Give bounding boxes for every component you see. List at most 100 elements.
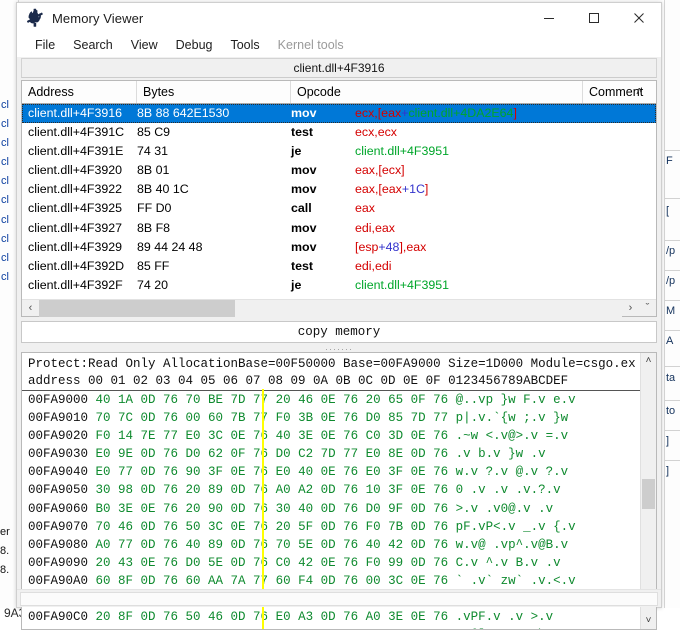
hex-row[interactable]: 00FA9010 70 7C 0D 76 00 60 7B 77 F0 3B 0… [22,409,640,427]
menu-item-tools[interactable]: Tools [222,36,267,54]
hex-row-bytes-left: E0 9E 0D 76 D0 62 0F 76 [95,447,269,462]
disassembler-horizontal-scrollbar[interactable]: ‹ › ˇ [22,299,656,317]
operand-token: eax,[eax [355,182,402,197]
hex-row-bytes-right: 60 F4 0D 76 00 3C 0E 76 [275,573,449,588]
hex-row[interactable]: 00FA9080 A0 77 0D 76 40 89 0D 76 70 5E 0… [22,536,640,554]
hscroll-track[interactable] [39,299,622,317]
window-controls [526,3,661,33]
row-mnemonic: test [291,258,314,273]
copy-memory-bar[interactable]: copy memory [21,321,657,343]
hex-row[interactable]: 00FA90C0 20 8F 0D 76 50 46 0D 76 E0 A3 0… [22,608,640,626]
background-right-divider [665,366,680,367]
current-symbol-bar[interactable]: client.dll+4F3916 [21,58,657,78]
operand-token: eax [381,106,402,120]
scroll-down-caret-icon[interactable]: ˇ [639,300,656,316]
disassembler-row[interactable]: client.dll+4F3925 FF D0 call eax [22,199,656,218]
disassembler-row[interactable]: client.dll+4F3920 8B 01 mov eax,[ecx] [22,161,656,180]
hex-row[interactable]: 00FA90D0 E0 97 0D 76 40 7F 0D 76 30 9F 0… [22,626,640,629]
background-left-rows: cl cl cl cl cl cl cl cl cl cl [1,96,9,287]
background-left-row: cl [1,213,9,226]
column-header-comment[interactable]: Comment [583,81,653,103]
column-header-bytes[interactable]: Bytes [137,81,291,103]
hex-row-bytes-left: F0 14 7E 77 E0 3C 0E 76 [95,429,269,444]
disassembler-row[interactable]: client.dll+4F3929 89 44 24 48 mov [esp+48],… [22,238,656,257]
hex-row-address: 00FA9020 [28,429,89,444]
close-button[interactable] [616,3,661,33]
hex-scroll-thumb[interactable] [642,479,655,509]
operand-token: client.dll+4F3951 [355,144,450,159]
menu-item-file[interactable]: File [27,36,63,54]
hex-row[interactable]: 00FA9020 F0 14 7E 77 E0 3C 0E 76 40 3E 0… [22,427,640,445]
disassembler-row[interactable]: client.dll+4F3922 8B 40 1C mov eax,[eax+1C] [22,180,656,199]
menu-bar: File Search View Debug Tools Kernel tools [17,33,661,57]
row-operands: client.dll+4F3951 [355,276,449,295]
hex-row-address: 00FA9060 [28,501,89,516]
row-address: client.dll+4F392D [28,258,125,273]
memory-viewer-window: Memory Viewer File Search View Debug Tools Ke… [16,2,662,630]
background-right-divider [665,198,680,199]
hex-row[interactable]: 00FA9070 70 46 0D 76 50 3C 0E 76 20 5F 0… [22,518,640,536]
background-right-divider [665,400,680,401]
hex-row[interactable]: 00FA90A0 60 8F 0D 76 60 AA 7A 77 60 F4 0… [22,572,640,590]
background-right-label: M [666,305,676,317]
hex-row[interactable]: 00FA9000 40 1A 0D 76 70 BE 7D 77 20 46 0… [22,391,640,409]
maximize-button[interactable] [571,3,616,33]
hex-row[interactable]: 00FA9040 E0 77 0D 76 90 3F 0E 76 E0 40 0… [22,463,640,481]
scroll-left-arrow-icon[interactable]: ‹ [22,300,39,316]
hex-row-bytes-right: 70 5E 0D 76 40 42 0D 76 [275,537,449,552]
hex-row-ascii: C.v ^.v B.v .v [455,555,561,570]
menu-item-debug[interactable]: Debug [168,36,221,54]
hex-row[interactable]: 00FA9060 B0 3E 0E 76 20 90 0D 76 30 40 0… [22,500,640,518]
disassembler-row[interactable]: client.dll+4F391E 74 31 je client.dll+4F395… [22,142,656,161]
background-left-lower-row: er [0,526,10,538]
hex-view-content[interactable]: Protect:Read Only AllocationBase=00F5000… [22,353,640,629]
row-address: client.dll+4F391E [28,144,124,159]
background-left-lower-row: 8. [0,545,10,557]
disassembler-row[interactable]: client.dll+4F3927 8B F8 mov edi,eax [22,219,656,238]
menu-item-search[interactable]: Search [65,36,121,54]
disassembler-row[interactable]: client.dll+4F392D 85 FF test edi,edi [22,257,656,276]
hex-view-vertical-scrollbar[interactable]: ˄ ˅ [640,353,656,629]
hex-row-bytes-left: E0 77 0D 76 90 3F 0E 76 [95,465,269,480]
hex-row-bytes-left: 40 1A 0D 76 70 BE 7D 77 [95,393,269,407]
background-left-row: cl [1,156,9,169]
hex-row-address: 00FA90C0 [28,610,89,625]
hex-scroll-up-icon[interactable]: ˄ [641,353,656,369]
disassembler-row[interactable]: client.dll+4F3916 8B 88 642E1530 mov ecx,[e… [22,104,656,124]
operand-token: eax,[ecx] [355,163,405,178]
disassembler-row[interactable]: client.dll+4F392F 74 20 je client.dll+4F395… [22,276,656,295]
row-bytes: 85 C9 [137,125,171,140]
hex-row-bytes-left: E0 97 0D 76 40 7F 0D 76 [96,628,269,629]
hscroll-thumb[interactable] [39,299,235,317]
background-left-lower-row: 8. [0,564,10,576]
menu-item-view[interactable]: View [123,36,166,54]
row-bytes: 85 FF [137,258,170,273]
background-right-label: ] [666,465,670,477]
row-mnemonic: test [291,125,314,140]
title-bar: Memory Viewer [17,3,661,33]
minimize-button[interactable] [526,3,571,33]
hex-row[interactable]: 00FA9030 E0 9E 0D 76 D0 62 0F 76 D0 C2 7… [22,445,640,463]
hex-row[interactable]: 00FA9090 20 43 0E 76 D0 5E 0D 76 C0 42 0… [22,554,640,572]
column-header-opcode[interactable]: Opcode [291,81,583,103]
column-header-address[interactable]: Address [22,81,137,103]
disassembler-row[interactable]: client.dll+4F391C 85 C9 test ecx,ecx [22,123,656,142]
row-operands: edi,edi [355,257,392,276]
hex-scroll-down-icon[interactable]: ˅ [641,613,656,629]
row-bytes: FF D0 [137,201,172,216]
hex-row-bytes-left: 70 46 0D 76 50 3C 0E 76 [95,519,269,534]
splitter-grip-icon: ······· [325,343,353,354]
scroll-right-arrow-icon[interactable]: › [622,300,639,316]
row-bytes: 8B 88 642E1530 [137,106,230,120]
hex-row[interactable]: 00FA9050 30 98 0D 76 20 89 0D 76 A0 A2 0… [22,481,640,499]
row-address: client.dll+4F3922 [28,182,123,197]
hex-row-ascii: 0 .v .v .v.?.v [455,483,561,498]
operand-token: ] [424,182,429,197]
hex-row-bytes-right: 30 40 0D 76 D0 9F 0D 76 [275,501,449,516]
row-operands: [esp+48],eax [355,238,426,257]
row-mnemonic: mov [291,106,317,120]
sort-caret-icon: ʌ [636,85,643,97]
operand-token: +1C [401,182,425,197]
background-right-label: /p [666,245,676,257]
panel-splitter[interactable]: ······· [21,343,657,354]
